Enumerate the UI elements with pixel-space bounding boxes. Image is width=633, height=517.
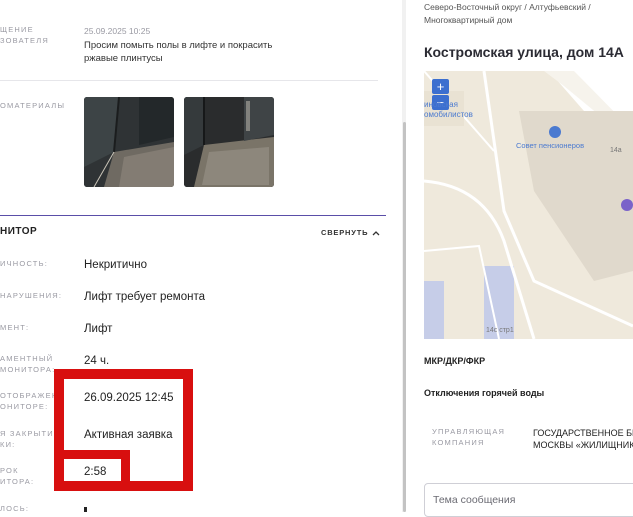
company-label: УПРАВЛЯЮЩАЯ КОМПАНИЯ — [432, 427, 506, 447]
row-label-element: МЕНТ: — [0, 323, 30, 332]
chevron-up-icon — [372, 230, 380, 235]
breadcrumb: Северо-Восточный округ / Алтуфьевский / … — [424, 2, 591, 25]
message-text: Просим помыть полы в лифте и покрасить р… — [84, 40, 273, 64]
row-label-monitor-deadline: РОК ИТОРА: — [0, 466, 35, 486]
row-label-criticality: ИЧНОСТЬ: — [0, 259, 48, 268]
collapse-button[interactable]: СВЕРНУТЬ — [321, 228, 380, 237]
map-poi-marker-icon[interactable] — [549, 126, 561, 138]
message-date: 25.09.2025 10:25 — [84, 26, 151, 36]
photo-thumbnail-1[interactable] — [84, 97, 174, 187]
map-poi-label: Совет пенсионеров — [516, 141, 585, 150]
row-label-closing-date: Я ЗАКРЫТИЯ КИ: — [0, 429, 61, 449]
monitor-section-title: НИТОР — [0, 226, 38, 237]
company-value: ГОСУДАРСТВЕННОЕ БК МОСКВЫ «ЖИЛИЩНИК — [533, 428, 633, 450]
divider — [0, 80, 378, 81]
row-value-violation: Лифт требует ремонта — [84, 291, 205, 303]
photo-image-2 — [184, 97, 274, 187]
photo-thumbnail-2[interactable] — [184, 97, 274, 187]
photo-image-1 — [84, 97, 174, 187]
row-value-remaining — [84, 507, 87, 512]
red-highlight-inner — [63, 450, 130, 490]
row-label-regulatory-time: АМЕНТНЫЙ МОНИТОРА: — [0, 354, 56, 374]
map-building-14c: 14с стр1 — [486, 327, 514, 334]
row-label-violation: НАРУШЕНИЯ: — [0, 291, 63, 300]
row-label-display-date: ОТОБРАЖЕН ОНИТОРЕ: — [0, 391, 59, 411]
row-label-remaining: ЛОСЬ: — [0, 504, 30, 513]
section-accent-divider — [0, 215, 386, 216]
map-building-14a: 14а — [610, 147, 622, 154]
map-location-marker-icon[interactable] — [621, 199, 633, 211]
program-label: МКР/ДКР/ФКР — [424, 356, 486, 366]
address-title: Костромская улица, дом 14А — [424, 44, 624, 60]
map-label-school: иновская омобилистов — [424, 100, 473, 119]
row-value-regulatory-time: 24 ч. — [84, 355, 110, 367]
map-zoom-in-button[interactable]: + — [432, 79, 449, 94]
scrollbar-thumb[interactable] — [403, 122, 406, 512]
message-subject-placeholder: Тема сообщения — [433, 494, 516, 506]
row-value-criticality: Некритично — [84, 259, 147, 271]
author-message-label: ЩЕНИЕ ЗОВАТЕЛЯ — [0, 25, 49, 45]
hot-water-outage-label: Отключения горячей воды — [424, 388, 545, 398]
map-widget[interactable]: + − иновская омобилистов Совет пенсионер… — [424, 71, 633, 339]
photo-materials-label: ОМАТЕРИАЛЫ — [0, 101, 66, 110]
row-value-element: Лифт — [84, 323, 113, 335]
